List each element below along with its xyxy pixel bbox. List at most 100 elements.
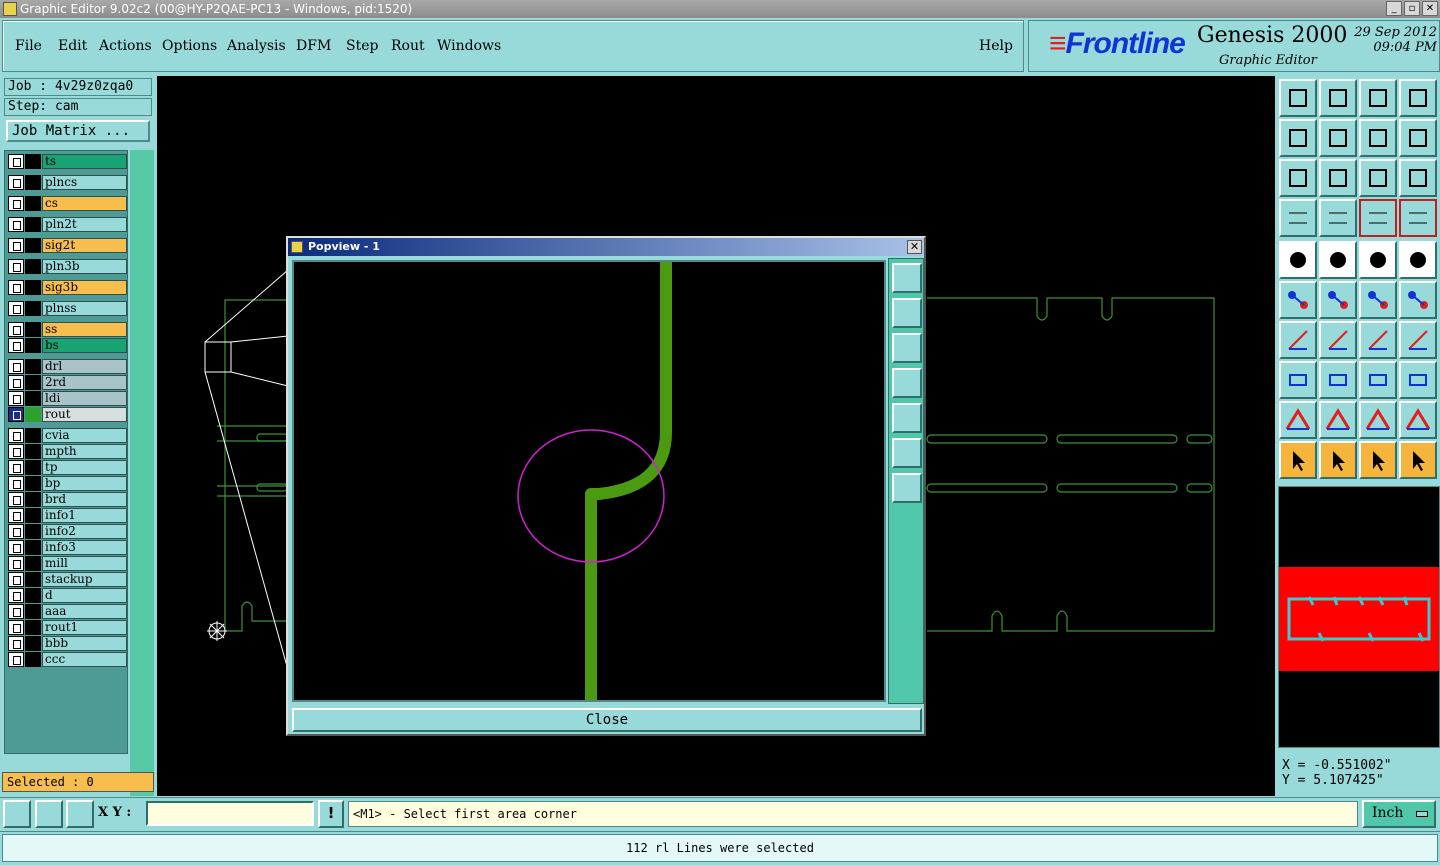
pointer-frame-icon[interactable] (1359, 441, 1397, 479)
snap-icon[interactable] (3, 800, 31, 828)
layer-color-swatch[interactable] (25, 196, 41, 211)
layer-row-2rd[interactable]: 2rd (8, 375, 127, 390)
layer-color-swatch[interactable] (25, 636, 41, 651)
close-window-button[interactable]: ✕ (1422, 1, 1438, 16)
menu-step[interactable]: Step (346, 38, 378, 54)
layer-row-cs[interactable]: cs (8, 196, 127, 211)
layer-checkbox[interactable] (8, 259, 24, 274)
layer-color-swatch[interactable] (25, 301, 41, 316)
layer-name[interactable]: sig3b (42, 280, 127, 295)
layer-row-ss[interactable]: ss (8, 322, 127, 337)
fill-icon[interactable] (1399, 321, 1437, 359)
pan-right-icon[interactable] (1319, 119, 1357, 157)
layer-checkbox[interactable] (8, 444, 24, 459)
layer-name[interactable]: d (42, 588, 127, 603)
popview-pan-left-icon[interactable] (892, 368, 922, 398)
layer-name[interactable]: mill (42, 556, 127, 571)
layer-checkbox[interactable] (8, 359, 24, 374)
line-icon[interactable] (1319, 321, 1357, 359)
menu-edit[interactable]: Edit (58, 38, 87, 54)
layer-checkbox[interactable] (8, 217, 24, 232)
layer-row-bp[interactable]: bp (8, 476, 127, 491)
layer-name[interactable]: bbb (42, 636, 127, 651)
layer-row-mill[interactable]: mill (8, 556, 127, 571)
layer-row-pln3b[interactable]: pln3b (8, 259, 127, 274)
dimension-icon[interactable] (1359, 361, 1397, 399)
layer-color-swatch[interactable] (25, 492, 41, 507)
layer-color-swatch[interactable] (25, 620, 41, 635)
layer-list-scrollbar[interactable] (130, 150, 154, 796)
menu-file[interactable]: File (15, 38, 42, 54)
layer-color-swatch[interactable] (25, 604, 41, 619)
layer-checkbox[interactable] (8, 238, 24, 253)
home-icon[interactable] (1359, 79, 1397, 117)
measure-red-icon[interactable] (1319, 241, 1357, 279)
select-pad-icon[interactable] (1279, 241, 1317, 279)
layer-name[interactable]: ss (42, 322, 127, 337)
layer-color-swatch[interactable] (25, 175, 41, 190)
delete-point-icon[interactable] (1319, 281, 1357, 319)
layer-name[interactable]: drl (42, 359, 127, 374)
layer-name[interactable]: tp (42, 460, 127, 475)
move-icon[interactable] (1279, 361, 1317, 399)
pan-down-icon[interactable] (1319, 79, 1357, 117)
layer-checkbox[interactable] (8, 620, 24, 635)
pan-up-icon[interactable] (1279, 79, 1317, 117)
layer-color-swatch[interactable] (25, 407, 41, 422)
zoom-fit-icon[interactable] (1279, 159, 1317, 197)
popview-canvas[interactable] (292, 260, 886, 702)
connect-icon[interactable] (1279, 281, 1317, 319)
layer-name[interactable]: pln3b (42, 259, 127, 274)
zoom-home-icon[interactable] (1319, 159, 1357, 197)
split-view-icon[interactable] (1399, 79, 1437, 117)
layer-color-swatch[interactable] (25, 280, 41, 295)
layer-checkbox[interactable] (8, 338, 24, 353)
angle-icon[interactable] (1279, 321, 1317, 359)
layer-name[interactable]: ccc (42, 652, 127, 667)
layer-row-info1[interactable]: info1 (8, 508, 127, 523)
popview-zoom-window-icon[interactable] (892, 263, 922, 293)
grid-icon[interactable] (66, 800, 94, 828)
layer-color-swatch[interactable] (25, 428, 41, 443)
zoom-back-icon[interactable] (1359, 119, 1397, 157)
layer-row-tp[interactable]: tp (8, 460, 127, 475)
layer-name[interactable]: 2rd (42, 375, 127, 390)
popview-title-bar[interactable]: Popview - 1 ✕ (288, 238, 924, 256)
layer-name[interactable]: rout1 (42, 620, 127, 635)
layer-name[interactable]: aaa (42, 604, 127, 619)
layer-row-rout1[interactable]: rout1 (8, 620, 127, 635)
group-icon[interactable] (1399, 361, 1437, 399)
layer-color-swatch[interactable] (25, 338, 41, 353)
overview-window[interactable] (1278, 486, 1440, 748)
layer-row-mpth[interactable]: mpth (8, 444, 127, 459)
layer-name[interactable]: stackup (42, 572, 127, 587)
dot-icon[interactable] (1399, 241, 1437, 279)
layer-color-swatch[interactable] (25, 524, 41, 539)
layer-checkbox[interactable] (8, 407, 24, 422)
triangle-c-icon[interactable] (1399, 401, 1437, 439)
layer-name[interactable]: ts (42, 154, 127, 169)
popview-zoom-center-icon[interactable] (892, 473, 922, 503)
layer-row-ldi[interactable]: ldi (8, 391, 127, 406)
snap-red-icon[interactable] (1359, 199, 1397, 237)
maximize-button[interactable]: ▫ (1404, 1, 1420, 16)
layer-row-bbb[interactable]: bbb (8, 636, 127, 651)
split-icon[interactable] (1319, 361, 1357, 399)
help-icon[interactable] (1399, 159, 1437, 197)
layer-checkbox[interactable] (8, 572, 24, 587)
settings-icon[interactable] (1279, 199, 1317, 237)
layer-row-info2[interactable]: info2 (8, 524, 127, 539)
layer-row-bs[interactable]: bs (8, 338, 127, 353)
layer-color-swatch[interactable] (25, 460, 41, 475)
popview-zoom-fit-icon[interactable] (892, 438, 922, 468)
menu-rout[interactable]: Rout (391, 38, 425, 54)
layer-checkbox[interactable] (8, 154, 24, 169)
layer-checkbox[interactable] (8, 540, 24, 555)
layer-row-plnss[interactable]: plnss (8, 301, 127, 316)
layer-color-swatch[interactable] (25, 556, 41, 571)
layer-color-swatch[interactable] (25, 572, 41, 587)
layer-color-swatch[interactable] (25, 391, 41, 406)
layer-checkbox[interactable] (8, 375, 24, 390)
pointer-icon[interactable] (1279, 441, 1317, 479)
layer-name[interactable]: plnss (42, 301, 127, 316)
